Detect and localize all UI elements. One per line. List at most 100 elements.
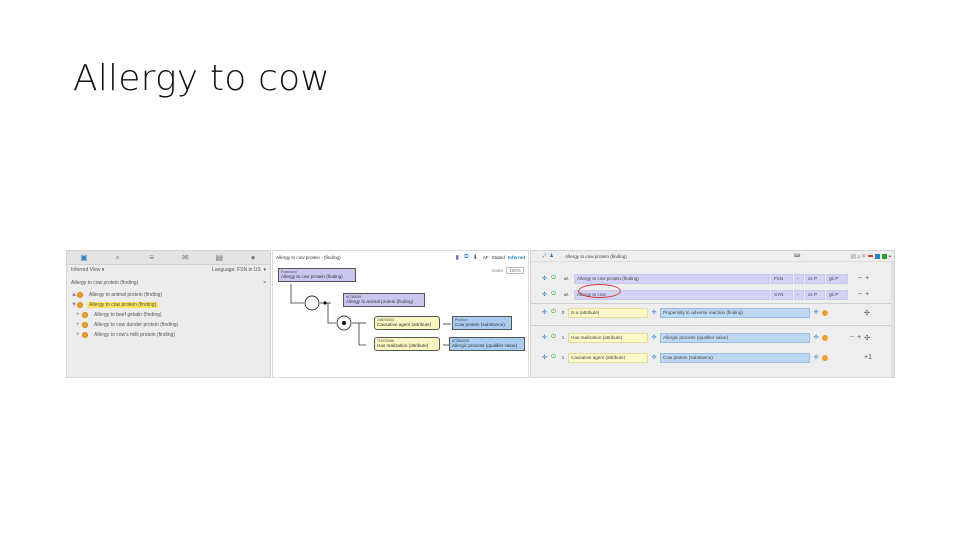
- zoom-value[interactable]: 100%: [506, 267, 524, 274]
- list-icon[interactable]: ≡: [147, 253, 156, 262]
- diagram-node-allergic-process[interactable]: 472964009 Allergic process (qualifier va…: [449, 337, 525, 351]
- power-icon[interactable]: ⏻: [549, 334, 558, 341]
- move-icon[interactable]: ✣: [648, 334, 660, 341]
- value-input[interactable]: Propensity to adverse reaction (finding): [660, 307, 810, 318]
- concept-icon: [822, 309, 828, 316]
- add-button[interactable]: +: [857, 334, 861, 341]
- toggle-inferred[interactable]: Inferred: [508, 255, 525, 260]
- tree-item[interactable]: + Allergy to beef gelatin (finding): [67, 310, 270, 320]
- expand-icon[interactable]: ⤢: [541, 253, 548, 259]
- concept-icon: [77, 292, 83, 298]
- acceptability-select[interactable]: gb P: [826, 289, 848, 300]
- highlight-annotation: [578, 284, 621, 298]
- acceptability-select[interactable]: gb P: [826, 273, 848, 284]
- add-button[interactable]: +: [865, 291, 869, 298]
- move-icon[interactable]: ✣: [648, 309, 660, 316]
- move-icon[interactable]: ✣: [810, 354, 822, 361]
- comment-icon[interactable]: ⊙: [862, 253, 866, 259]
- tree-item-label: Allergy to cow dander protein (finding): [94, 322, 179, 328]
- close-icon[interactable]: ×: [263, 280, 266, 286]
- editor-header: ⋮ ⤢ ♟ Allergy to cow protein (finding) ⌨…: [531, 251, 894, 262]
- drag-handle-icon[interactable]: ⋮: [532, 335, 540, 341]
- inbox-icon[interactable]: ✉: [181, 253, 190, 262]
- attribute-input[interactable]: Is a (attribute): [568, 307, 648, 318]
- sync-icon[interactable]: [874, 253, 880, 259]
- power-icon[interactable]: ⏻: [549, 354, 558, 361]
- add-one-button[interactable]: +1: [864, 354, 872, 361]
- remove-button[interactable]: −: [850, 334, 854, 341]
- move-icon[interactable]: ✣: [540, 291, 549, 298]
- keyboard-icon[interactable]: ⌨: [794, 253, 801, 259]
- value-input[interactable]: Allergic process (qualifier value): [660, 332, 810, 343]
- description-dash[interactable]: -: [794, 273, 804, 284]
- diagram-node-causative[interactable]: 246075003 Causative agent (attribute): [374, 316, 440, 330]
- close-icon[interactable]: [881, 253, 887, 259]
- move-icon[interactable]: ✣: [540, 275, 549, 282]
- move-icon[interactable]: ✣: [810, 334, 822, 341]
- view-select[interactable]: Inferred View: [71, 267, 100, 273]
- node-label: Causative agent (attribute): [377, 322, 432, 328]
- tree-item[interactable]: + Allergy to cow's milk protein (finding…: [67, 330, 270, 340]
- move-icon[interactable]: ✣: [648, 354, 660, 361]
- user-icon[interactable]: ♟: [548, 253, 555, 259]
- toggle-stated[interactable]: Stated: [492, 255, 505, 260]
- drag-handle-icon[interactable]: ⋮: [532, 292, 540, 298]
- info-icon[interactable]: ●: [249, 253, 258, 262]
- hierarchy-icon[interactable]: ▣: [79, 253, 88, 262]
- tree-item[interactable]: ▲ Allergy to animal protein (finding): [67, 290, 270, 300]
- power-icon[interactable]: ⏻: [549, 309, 558, 316]
- move-control-icon[interactable]: ✣: [864, 309, 870, 317]
- download-icon[interactable]: ⬇: [471, 254, 480, 261]
- description-dash[interactable]: -: [794, 289, 804, 300]
- relationship-group: 1: [561, 335, 565, 340]
- move-icon[interactable]: ✣: [810, 309, 822, 316]
- save-icon[interactable]: [850, 253, 856, 259]
- scrollbar[interactable]: [891, 262, 894, 377]
- move-icon[interactable]: ✣: [540, 309, 549, 316]
- tree-item-selected[interactable]: ▼ Allergy to cow protein (finding): [67, 300, 270, 310]
- chevron-down-icon[interactable]: ▾: [261, 267, 266, 273]
- power-icon[interactable]: ⏻: [549, 291, 558, 298]
- search-icon[interactable]: ⌕: [113, 253, 122, 262]
- clipboard-icon[interactable]: ▮: [453, 254, 462, 261]
- description-type-select[interactable]: SYN: [771, 289, 793, 300]
- node-label: Allergic process (qualifier value): [452, 343, 518, 349]
- description-input[interactable]: Allergy to cow protein (finding): [574, 273, 770, 284]
- toggle-af[interactable]: AF: [483, 255, 489, 260]
- add-button[interactable]: +: [865, 275, 869, 282]
- case-select[interactable]: cs P: [805, 289, 825, 300]
- diagram-node-root[interactable]: Fxxxxxxxx Allergy to cow protein (findin…: [278, 268, 356, 282]
- collapse-up-icon[interactable]: ▴: [889, 253, 891, 259]
- drag-handle-icon[interactable]: ⋮: [532, 276, 540, 282]
- diagram-node-has-realization[interactable]: 719722006 Has realization (attribute): [374, 337, 440, 351]
- diagram-node-cow-protein[interactable]: Pxxxxxx Cow protein (substance): [452, 316, 512, 330]
- chevron-down-icon[interactable]: ▾: [100, 267, 105, 273]
- tree-item[interactable]: + Allergy to cow dander protein (finding…: [67, 320, 270, 330]
- document-icon[interactable]: ▤: [215, 253, 224, 262]
- status-icon[interactable]: [867, 255, 873, 257]
- drag-handle-icon[interactable]: ⋮: [534, 253, 541, 259]
- zoom-control[interactable]: zoom 100%: [492, 267, 524, 274]
- case-select[interactable]: cs P: [805, 273, 825, 284]
- remove-button[interactable]: −: [858, 291, 862, 298]
- remove-button[interactable]: −: [858, 275, 862, 282]
- history-icon[interactable]: J: [858, 254, 860, 259]
- move-icon[interactable]: ✣: [540, 354, 549, 361]
- link-icon[interactable]: ⧉: [462, 254, 471, 261]
- description-type-select[interactable]: FSN: [771, 273, 793, 284]
- drag-handle-icon[interactable]: ⋮: [532, 310, 540, 316]
- diagram-header: Allergy to cow protein - (finding) ▮ ⧉ ⬇…: [273, 251, 528, 263]
- move-icon[interactable]: ✣: [540, 334, 549, 341]
- power-icon[interactable]: ⏻: [549, 275, 558, 282]
- attribute-input[interactable]: Has realization (attribute): [568, 332, 648, 343]
- tree-item-label: Allergy to beef gelatin (finding): [94, 312, 162, 318]
- node-label: Cow protein (substance): [455, 322, 505, 328]
- concept-icon: [822, 334, 828, 341]
- language-select[interactable]: FSN in US: [237, 267, 261, 273]
- diagram-node-parent[interactable]: 41780009 Allergy to animal protein (find…: [343, 293, 425, 307]
- description-lang: us: [563, 276, 569, 281]
- move-control-icon[interactable]: ✣: [864, 334, 870, 342]
- attribute-input[interactable]: Causative agent (attribute): [568, 352, 648, 363]
- drag-handle-icon[interactable]: ⋮: [532, 355, 540, 361]
- value-input[interactable]: Cow protein (substance): [660, 352, 810, 363]
